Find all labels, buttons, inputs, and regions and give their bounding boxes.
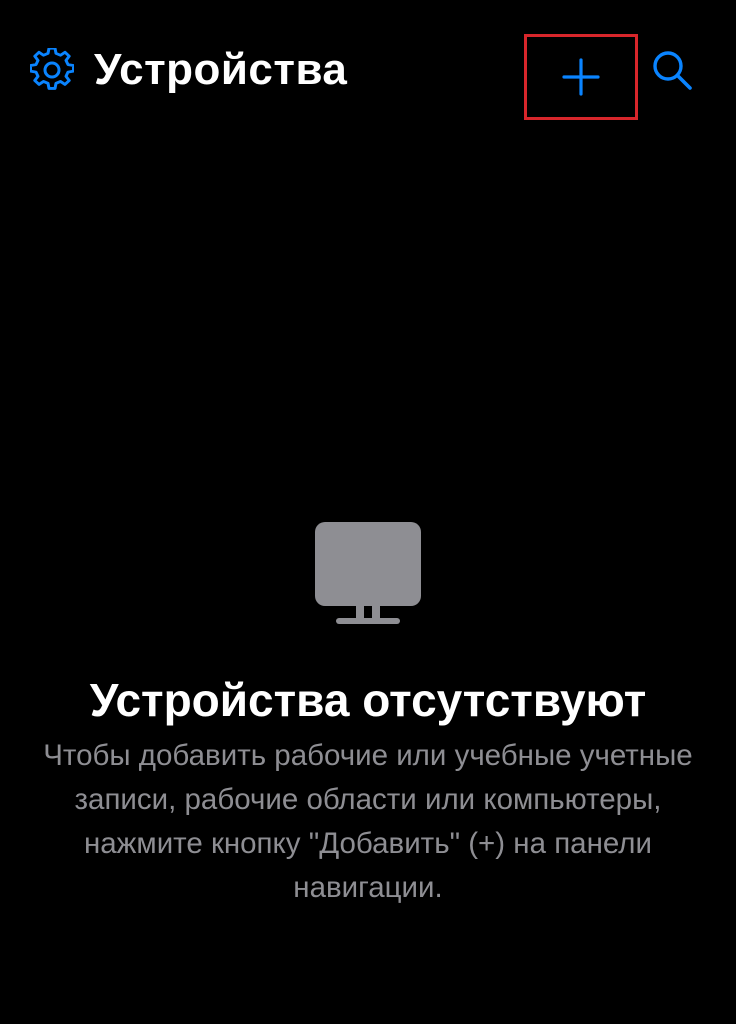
empty-state-description: Чтобы добавить рабочие или учебные учетн… (43, 739, 693, 904)
add-button[interactable] (551, 47, 611, 107)
empty-state-title: Устройства отсутствуют (89, 674, 647, 726)
monitor-icon (315, 522, 421, 624)
search-icon (653, 51, 692, 90)
settings-button[interactable] (28, 46, 76, 94)
add-button-highlight (524, 34, 638, 120)
search-button[interactable] (646, 44, 698, 96)
page-title: Устройства (94, 45, 348, 94)
empty-state: Устройства отсутствуют Чтобы добавить ра… (0, 512, 736, 910)
plus-icon (562, 58, 600, 96)
navigation-bar: Устройства (0, 0, 736, 140)
gear-icon (30, 48, 74, 90)
